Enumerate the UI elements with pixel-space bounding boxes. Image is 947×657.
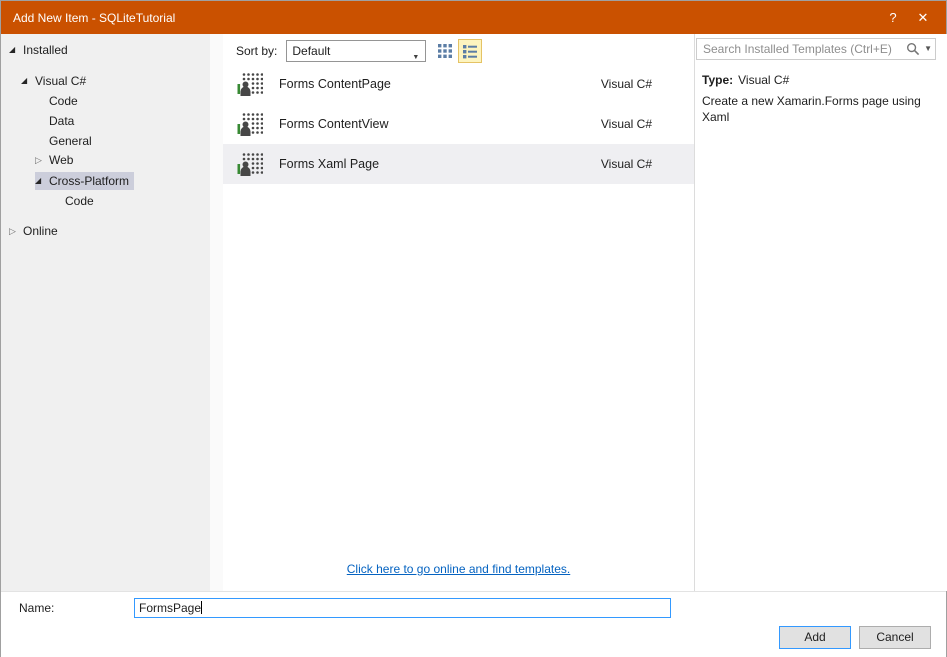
search-box: ▼ bbox=[696, 38, 936, 60]
cancel-button[interactable]: Cancel bbox=[859, 626, 931, 649]
text-caret bbox=[201, 601, 203, 614]
template-item-forms-contentpage[interactable]: Forms ContentPage Visual C# bbox=[223, 64, 694, 104]
category-tree-panel: ◢Installed ◢Visual C# ▷Code ▷Data ▷Gener… bbox=[1, 34, 223, 591]
tree-item-label: Visual C# bbox=[35, 74, 87, 88]
search-icon[interactable] bbox=[906, 42, 920, 56]
add-new-item-dialog: Add New Item - SQLiteTutorial ? ✕ ◢ Insta… bbox=[0, 0, 947, 657]
tree-item-label: Online bbox=[23, 224, 58, 238]
template-list: Forms ContentPage Visual C# Forms Conten… bbox=[223, 64, 694, 184]
close-button[interactable]: ✕ bbox=[908, 10, 938, 26]
tree-item-data[interactable]: ▷Data bbox=[1, 109, 223, 129]
template-description: Create a new Xamarin.Forms page using Xa… bbox=[702, 94, 921, 124]
grid-view-icon bbox=[438, 44, 453, 58]
dialog-title: Add New Item - SQLiteTutorial bbox=[13, 10, 176, 25]
tree-item-label: Cross-Platform bbox=[49, 174, 130, 188]
tree-item-label: Data bbox=[49, 114, 75, 128]
list-view-button[interactable] bbox=[458, 39, 483, 63]
type-label: Type: bbox=[702, 73, 734, 87]
name-input[interactable]: FormsPage bbox=[134, 598, 671, 618]
category-tree: ◢Installed ◢Visual C# ▷Code ▷Data ▷Gener… bbox=[1, 34, 223, 240]
template-language: Visual C# bbox=[600, 157, 652, 171]
forms-page-icon bbox=[237, 153, 263, 176]
template-name: Forms ContentPage bbox=[279, 77, 391, 91]
sort-by-value: Default bbox=[292, 44, 331, 58]
tree-item-label: General bbox=[49, 134, 92, 148]
template-item-forms-xaml-page[interactable]: Forms Xaml Page Visual C# bbox=[223, 144, 694, 184]
tree-item-visual-csharp[interactable]: ◢ Visual C# bbox=[1, 69, 223, 89]
tree-item-web[interactable]: ▷ Web bbox=[1, 149, 223, 169]
list-toolbar: Sort by: Default ▼ bbox=[223, 38, 694, 64]
tree-item-label: Code bbox=[65, 194, 94, 208]
list-view-icon bbox=[463, 45, 478, 59]
tree-item-general[interactable]: ▷General bbox=[1, 129, 223, 149]
small-icons-view-button[interactable] bbox=[433, 39, 457, 63]
tree-item-cross-platform[interactable]: ◢ Cross-Platform bbox=[1, 169, 223, 191]
forms-page-icon bbox=[237, 73, 263, 96]
tree-item-label: Web bbox=[49, 153, 74, 167]
online-link-container: Click here to go online and find templat… bbox=[223, 562, 694, 576]
tree-item-label: Code bbox=[49, 94, 78, 108]
search-input[interactable] bbox=[696, 38, 936, 60]
sort-by-label: Sort by: bbox=[236, 44, 278, 58]
add-button[interactable]: Add bbox=[779, 626, 851, 649]
template-item-forms-contentview[interactable]: Forms ContentView Visual C# bbox=[223, 104, 694, 144]
footer: Name: FormsPage Add Cancel bbox=[1, 591, 946, 657]
tree-item-online[interactable]: ▷ Online bbox=[1, 220, 223, 240]
name-value: FormsPage bbox=[139, 601, 202, 615]
tree-item-installed[interactable]: ◢ Installed bbox=[1, 38, 223, 58]
go-online-link[interactable]: Click here to go online and find templat… bbox=[347, 562, 570, 576]
template-language: Visual C# bbox=[600, 117, 652, 131]
view-mode-buttons bbox=[432, 39, 483, 63]
details-panel: ▼ Type: Visual C# Create a new Xamarin.Fo… bbox=[695, 34, 947, 591]
expander-expanded-icon[interactable]: ◢ bbox=[35, 171, 49, 191]
sort-by-dropdown[interactable]: Default ▼ bbox=[286, 40, 427, 62]
type-value: Visual C# bbox=[738, 73, 790, 87]
expander-expanded-icon[interactable]: ◢ bbox=[21, 71, 35, 91]
template-list-panel: Sort by: Default ▼ Forms ContentPage Vis… bbox=[223, 34, 694, 591]
expander-collapsed-icon[interactable]: ▷ bbox=[9, 221, 23, 241]
name-label: Name: bbox=[19, 601, 55, 615]
tree-item-cross-platform-code[interactable]: ▷Code bbox=[1, 189, 223, 209]
titlebar[interactable]: Add New Item - SQLiteTutorial ? ✕ bbox=[1, 1, 946, 34]
forms-page-icon bbox=[237, 113, 263, 136]
tree-item-label: Installed bbox=[23, 43, 68, 57]
expander-expanded-icon[interactable]: ◢ bbox=[9, 40, 23, 60]
help-button[interactable]: ? bbox=[878, 10, 908, 25]
search-dropdown-icon[interactable]: ▼ bbox=[924, 44, 932, 53]
template-language: Visual C# bbox=[600, 77, 652, 91]
template-name: Forms ContentView bbox=[279, 117, 389, 131]
template-type-row: Type: Visual C# bbox=[702, 73, 789, 87]
template-name: Forms Xaml Page bbox=[279, 157, 380, 171]
expander-collapsed-icon[interactable]: ▷ bbox=[35, 150, 49, 170]
tree-item-code[interactable]: ▷Code bbox=[1, 89, 223, 109]
